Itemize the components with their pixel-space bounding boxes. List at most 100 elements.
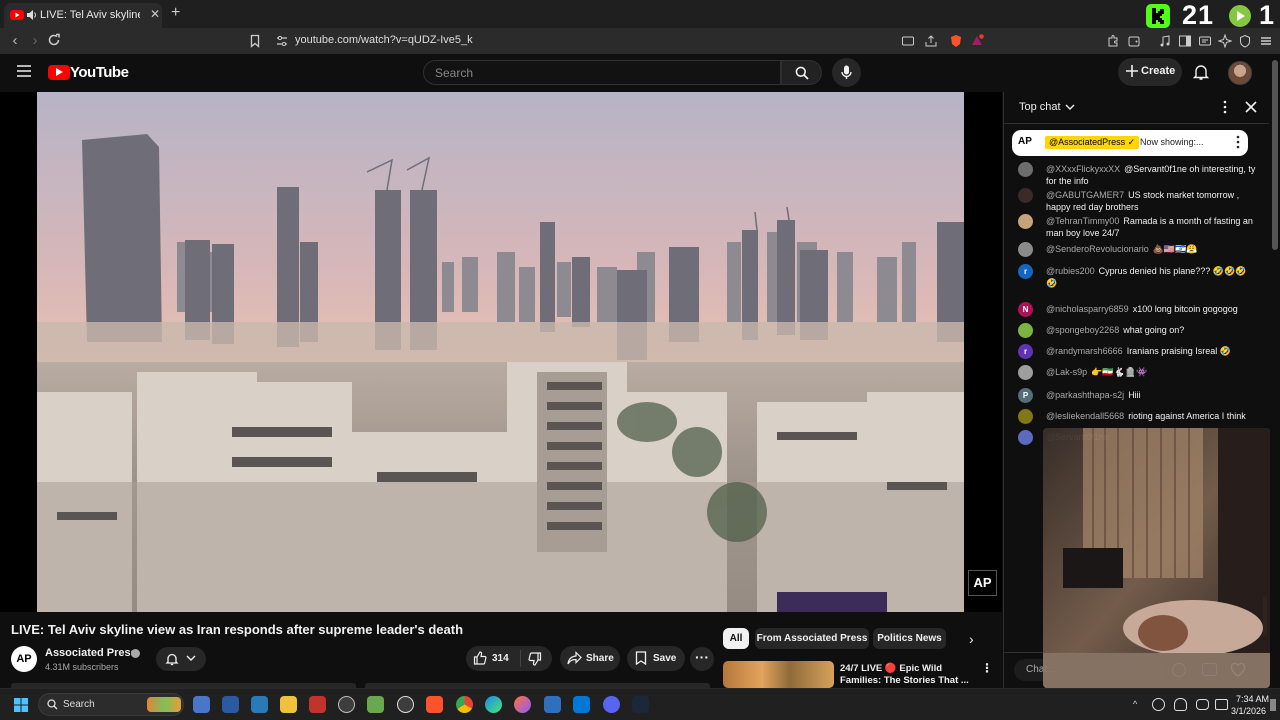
voice-search-button[interactable]	[832, 58, 861, 87]
dislike-icon[interactable]	[528, 652, 542, 666]
search-input[interactable]: Search	[423, 60, 781, 85]
create-button[interactable]: Create	[1118, 58, 1182, 86]
reading-list-icon[interactable]	[1198, 34, 1212, 48]
chat-author-name[interactable]: @parkashthapa-s2j	[1046, 390, 1124, 400]
chat-mode-selector[interactable]: Top chat	[1019, 101, 1061, 113]
channel-name[interactable]: Associated Press	[45, 647, 137, 659]
chat-author-name[interactable]: @GABUTGAMER7	[1046, 190, 1124, 200]
chat-author-name[interactable]: @lesliekendall5668	[1046, 411, 1124, 421]
brave-browser-icon[interactable]	[426, 696, 443, 713]
music-queue-icon[interactable]	[1158, 34, 1172, 48]
steam-icon[interactable]	[632, 696, 649, 713]
chat-author-name[interactable]: @TehranTimmy00	[1046, 216, 1119, 226]
share-button[interactable]: Share	[560, 646, 620, 671]
clock-date[interactable]: 3/1/2026	[1231, 706, 1266, 716]
vpn-icon[interactable]	[1238, 34, 1252, 48]
obs-icon[interactable]	[338, 696, 355, 713]
github-icon[interactable]	[397, 696, 414, 713]
chat-author-avatar[interactable]	[1018, 365, 1033, 380]
site-info-icon[interactable]	[276, 35, 288, 47]
tab-close-icon[interactable]: ✕	[148, 7, 162, 21]
browser-menu-icon[interactable]	[1259, 34, 1273, 48]
cast-icon[interactable]	[901, 34, 915, 48]
chevron-right-icon[interactable]: ›	[969, 632, 981, 646]
channel-avatar[interactable]: AP	[11, 646, 37, 672]
task-view-icon[interactable]	[193, 696, 210, 713]
firefox-icon[interactable]	[514, 696, 531, 713]
file-explorer-icon[interactable]	[280, 696, 297, 713]
chat-author-name[interactable]: @rubies200	[1046, 266, 1095, 276]
page-scrollbar[interactable]	[1270, 54, 1280, 688]
chrome-icon[interactable]	[456, 696, 473, 713]
page-scroll-thumb[interactable]	[1272, 60, 1278, 250]
chat-author-avatar[interactable]	[1018, 409, 1033, 424]
hamburger-menu-icon[interactable]	[16, 64, 32, 78]
recommended-more-icon[interactable]: ⋮	[981, 662, 993, 674]
app-shield-icon[interactable]	[367, 696, 384, 713]
browser-tab[interactable]: LIVE: Tel Aviv skyline view as Iran resp…	[4, 3, 162, 28]
chat-author-name[interactable]: @Lak-s9p	[1046, 367, 1087, 377]
extensions-icon[interactable]	[1106, 34, 1120, 48]
brave-shields-icon[interactable]	[949, 34, 963, 48]
recommended-video-title[interactable]: 24/7 LIVE 🔴 Epic Wild Families: The Stor…	[840, 663, 970, 687]
remote-app-icon[interactable]	[251, 696, 268, 713]
chip-politics-news[interactable]: Politics News	[873, 628, 946, 649]
chat-author-avatar[interactable]: r	[1018, 264, 1033, 279]
display-icon[interactable]	[1196, 699, 1209, 710]
volume-icon[interactable]	[1215, 699, 1228, 710]
edge-icon[interactable]	[485, 696, 502, 713]
chevron-down-icon[interactable]	[1065, 101, 1075, 111]
notifications-bell-icon[interactable]	[1192, 63, 1210, 81]
like-count[interactable]: 314	[492, 653, 509, 664]
chat-author-name[interactable]: @spongeboy2268	[1046, 325, 1119, 335]
discord-icon[interactable]	[603, 696, 620, 713]
chat-author-name[interactable]: @SenderoRevolucionario	[1046, 244, 1149, 254]
chat-author-name[interactable]: @randymarsh6666	[1046, 346, 1123, 356]
windows-start-icon[interactable]	[14, 698, 28, 712]
save-button[interactable]: Save	[627, 646, 685, 671]
bookmark-icon[interactable]	[248, 34, 262, 48]
account-avatar[interactable]	[1228, 61, 1252, 85]
leo-ai-icon[interactable]	[1218, 34, 1232, 48]
app-infinity-icon[interactable]	[544, 696, 561, 713]
brave-rewards-icon[interactable]	[970, 34, 984, 48]
youtube-logo-icon[interactable]	[48, 65, 70, 80]
chat-author-avatar[interactable]	[1018, 430, 1033, 445]
sync-icon[interactable]	[1152, 698, 1165, 711]
chat-author-avatar[interactable]	[1018, 323, 1033, 338]
more-actions-icon[interactable]: ···	[690, 647, 714, 671]
video-frame-tel-aviv-skyline[interactable]	[37, 92, 964, 612]
search-button[interactable]	[781, 60, 822, 85]
pinned-menu-icon[interactable]	[1236, 135, 1240, 149]
chat-author-name[interactable]: @nicholasparry6859	[1046, 304, 1129, 314]
chat-author-avatar[interactable]	[1018, 214, 1033, 229]
chip-from-associated-press[interactable]: From Associated Press	[755, 628, 869, 649]
video-player[interactable]: AP	[0, 92, 1002, 612]
chat-author-avatar[interactable]: P	[1018, 388, 1033, 403]
chat-author-avatar[interactable]: N	[1018, 302, 1033, 317]
speaker-icon[interactable]	[26, 9, 38, 21]
taskbar-search[interactable]: Search	[38, 693, 184, 716]
clock-time[interactable]: 7:34 AM	[1236, 694, 1269, 704]
pinned-message-banner[interactable]: AP @AssociatedPress ✓ Now showing:...	[1012, 130, 1248, 156]
tray-overflow-icon[interactable]: ^	[1133, 699, 1143, 709]
chat-close-icon[interactable]	[1244, 100, 1258, 114]
address-bar[interactable]: youtube.com/watch?v=qUDZ-Ive5_k	[268, 30, 988, 52]
new-tab-icon[interactable]: +	[171, 5, 185, 21]
outlook-icon[interactable]	[222, 696, 239, 713]
show-desktop-button[interactable]	[1270, 699, 1276, 711]
vscode-icon[interactable]	[573, 696, 590, 713]
like-icon[interactable]	[473, 651, 487, 665]
chat-author-avatar[interactable]: r	[1018, 344, 1033, 359]
sidebar-toggle-icon[interactable]	[1178, 34, 1192, 48]
youtube-wordmark[interactable]: YouTube	[70, 64, 129, 81]
wallet-icon[interactable]	[1127, 34, 1141, 48]
subscribed-notifications-button[interactable]	[156, 647, 206, 671]
share-page-icon[interactable]	[924, 34, 938, 48]
chat-author-name[interactable]: @XXxxFlickyxxXX	[1046, 164, 1120, 174]
forward-icon[interactable]: ›	[27, 33, 43, 49]
chat-menu-icon[interactable]	[1222, 100, 1228, 114]
chat-author-avatar[interactable]	[1018, 242, 1033, 257]
chat-author-avatar[interactable]	[1018, 162, 1033, 177]
chat-author-avatar[interactable]	[1018, 188, 1033, 203]
